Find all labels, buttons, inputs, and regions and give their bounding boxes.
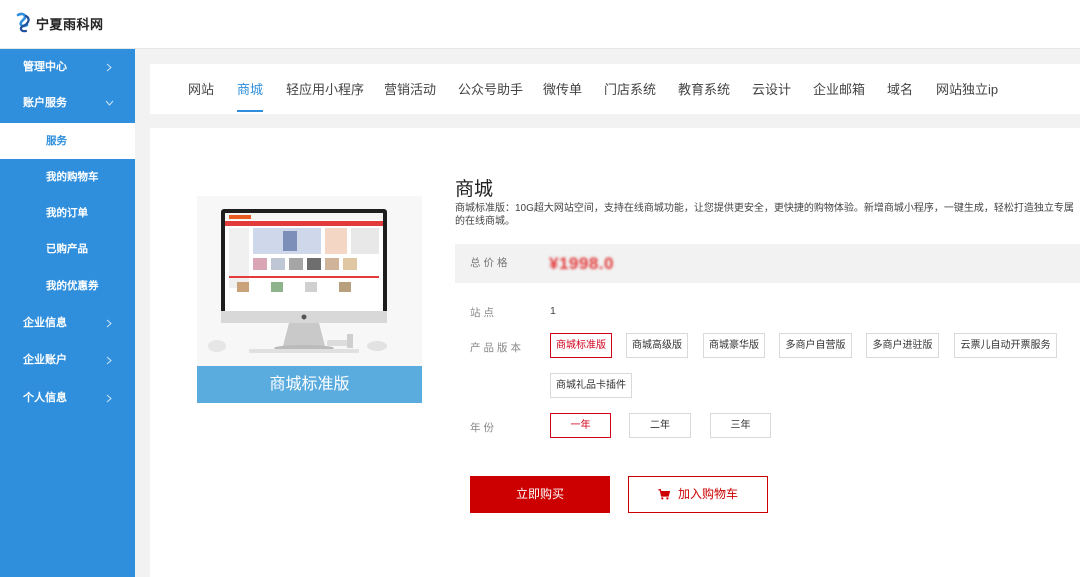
sidebar: 管理中心 账户服务 服务 我的购物车 我的订单 已购产品 我的优惠券 企业信息 … [0,49,135,577]
tab-mini-program[interactable]: 轻应用小程序 [286,64,364,114]
buy-now-button[interactable]: 立即购买 [470,476,610,513]
tab-official-account[interactable]: 公众号助手 [458,64,523,114]
site-logo[interactable]: 宁夏雨科网 [14,12,104,34]
tab-dedicated-ip[interactable]: 网站独立ip [936,64,998,114]
chevron-right-icon [104,380,114,416]
sidebar-subitem-my-orders[interactable]: 我的订单 [0,195,135,231]
version-label: 产品版本 [470,342,524,354]
sidebar-subitem-label: 已购产品 [46,243,88,255]
price-label: 总价格 [470,257,511,269]
sidebar-subitem-purchased-products[interactable]: 已购产品 [0,231,135,267]
tab-store-system[interactable]: 门店系统 [604,64,656,114]
version-option-deluxe[interactable]: 商城豪华版 [703,333,765,358]
sidebar-item-label: 账户服务 [23,97,67,109]
sidebar-subitem-services[interactable]: 服务 [0,123,135,159]
sidebar-item-company-account[interactable]: 企业账户 [0,342,135,378]
sidebar-subitem-label: 我的订单 [46,207,88,219]
chevron-right-icon [104,342,114,378]
tab-enterprise-mail[interactable]: 企业邮箱 [813,64,865,114]
add-to-cart-button[interactable]: 加入购物车 [628,476,768,513]
sidebar-item-company-info[interactable]: 企业信息 [0,305,135,341]
year-option-two[interactable]: 二年 [629,413,691,438]
tab-website[interactable]: 网站 [188,64,214,114]
product-panel: 商城标准版 商城 商城标准版：10G超大网站空间，支持在线商城功能，让您提供更安… [150,128,1080,577]
site-name: 宁夏雨科网 [36,17,104,33]
tab-marketing[interactable]: 营销活动 [384,64,436,114]
product-tab-nav: 网站 商城 轻应用小程序 营销活动 公众号助手 微传单 门店系统 教育系统 云设… [150,64,1080,114]
price-value: ¥1998.0 [549,254,614,273]
version-option-gift-card[interactable]: 商城礼品卡插件 [550,373,632,398]
sidebar-item-account-services[interactable]: 账户服务 [0,85,135,121]
year-option-one[interactable]: 一年 [550,413,611,438]
years-label: 年份 [470,422,497,434]
chevron-right-icon [104,305,114,341]
sidebar-item-label: 个人信息 [23,392,67,404]
sidebar-item-label: 企业账户 [23,354,67,366]
sidebar-subitem-label: 服务 [46,135,67,147]
shopping-cart-icon [658,489,670,500]
product-description: 商城标准版：10G超大网站空间，支持在线商城功能，让您提供更安全，更快捷的购物体… [455,203,1074,227]
product-image-caption: 商城标准版 [197,366,422,403]
tab-domain[interactable]: 域名 [887,64,913,114]
sites-label: 站点 [470,307,497,319]
year-option-three[interactable]: 三年 [710,413,771,438]
sidebar-subitem-my-coupons[interactable]: 我的优惠券 [0,268,135,304]
sidebar-item-management-center[interactable]: 管理中心 [0,49,135,85]
tab-micro-flyer[interactable]: 微传单 [543,64,582,114]
version-option-standard[interactable]: 商城标准版 [550,333,612,358]
tab-mall[interactable]: 商城 [237,64,264,114]
sidebar-subitem-my-cart[interactable]: 我的购物车 [0,159,135,195]
version-option-auto-invoice[interactable]: 云票儿自动开票服务 [954,333,1057,358]
top-header: 宁夏雨科网 [0,0,1080,49]
chevron-right-icon [104,49,114,85]
tab-cloud-design[interactable]: 云设计 [752,64,791,114]
tab-education-system[interactable]: 教育系统 [678,64,730,114]
add-to-cart-label: 加入购物车 [677,487,738,501]
sidebar-subitem-label: 我的优惠券 [46,280,99,292]
sidebar-item-label: 企业信息 [23,317,67,329]
version-option-advanced[interactable]: 商城高级版 [626,333,688,358]
version-option-multi-vendor-self[interactable]: 多商户自营版 [779,333,852,358]
sidebar-subitem-label: 我的购物车 [46,171,99,183]
product-title: 商城 [455,179,494,200]
sites-value: 1 [550,305,556,317]
price-row: 总价格 ¥1998.0 [455,244,1080,283]
logo-mark-icon [16,12,30,33]
sidebar-item-label: 管理中心 [23,61,67,73]
chevron-down-icon [104,85,114,121]
sidebar-item-personal-info[interactable]: 个人信息 [0,380,135,416]
version-option-multi-vendor-join[interactable]: 多商户进驻版 [866,333,939,358]
